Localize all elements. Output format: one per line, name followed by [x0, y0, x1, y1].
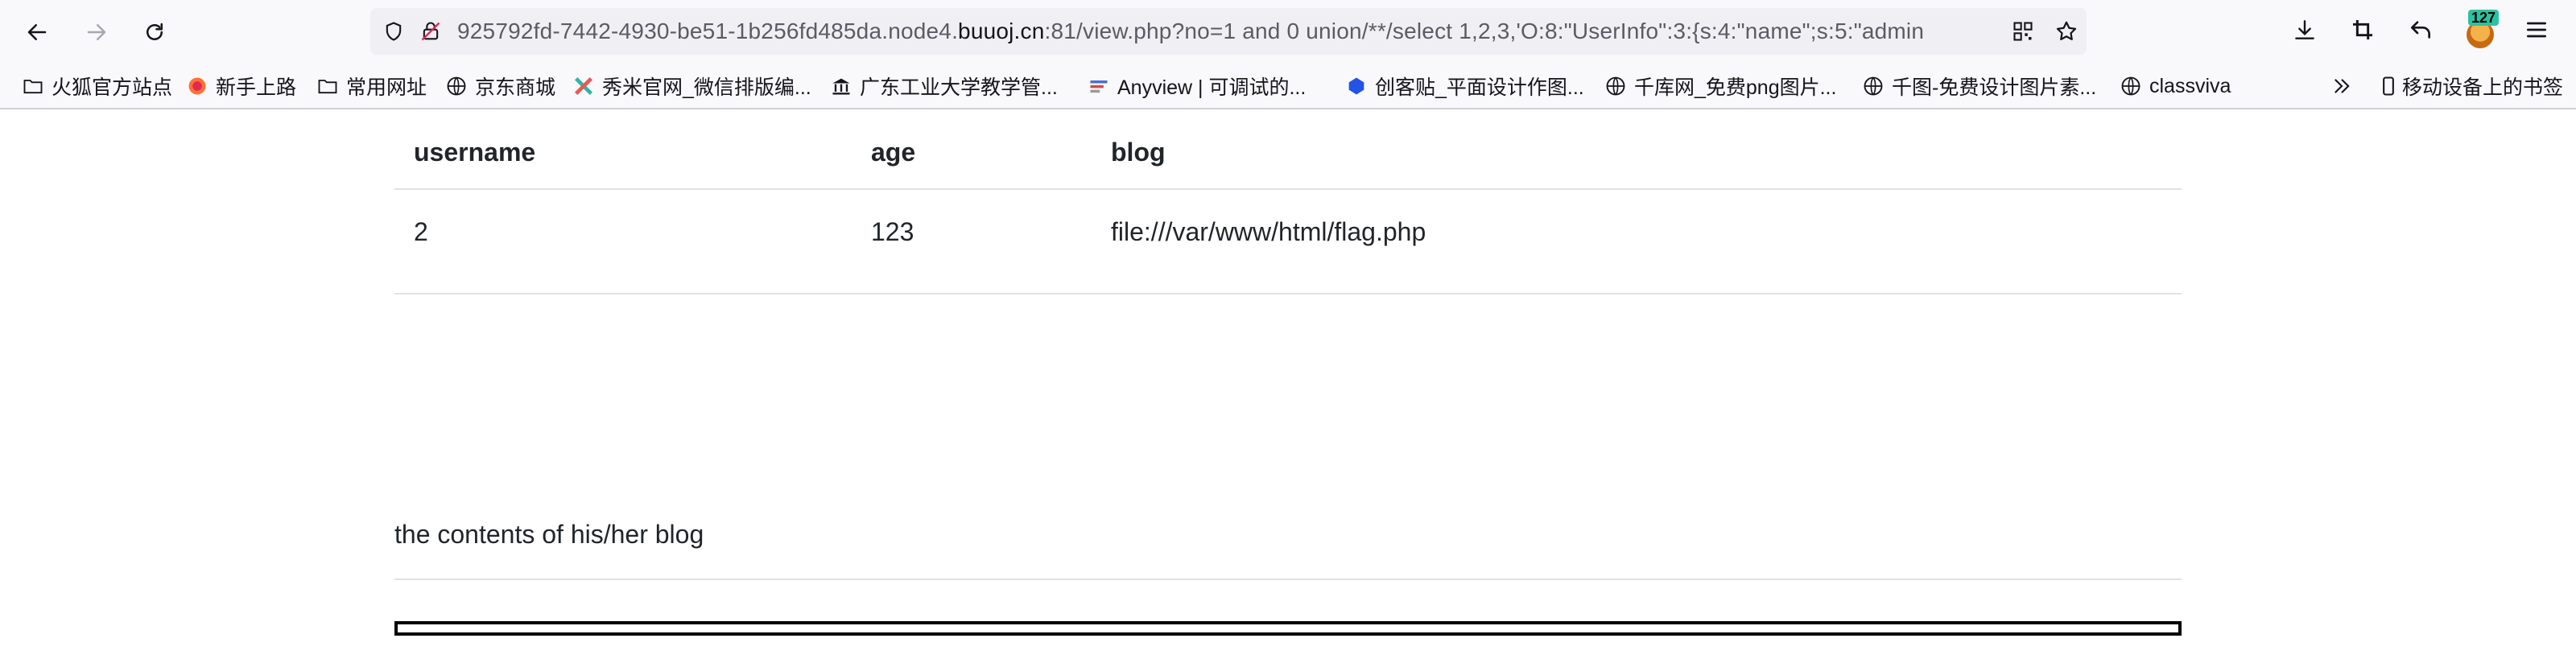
- reload-icon: [147, 23, 163, 40]
- arrow-left-icon: [27, 24, 47, 40]
- globe-icon: [2119, 74, 2143, 98]
- back-button[interactable]: [18, 13, 56, 51]
- anyview-icon: [1087, 74, 1111, 98]
- url-prefix: 925792fd-7442-4930-be51-1b256fd485da.nod…: [457, 19, 959, 43]
- header-age: age: [871, 138, 916, 167]
- blog-contents-iframe[interactable]: [394, 621, 2182, 636]
- url-suffix: :81/view.php?no=1 and 0 union/**/select …: [1044, 19, 1925, 43]
- bookmark-label: 千库网_免费png图片...: [1634, 76, 1837, 99]
- folder-icon: [316, 74, 340, 98]
- browser-toolbar: 925792fd-7442-4930-be51-1b256fd485da.nod…: [0, 0, 2576, 63]
- bookmark-label: Anyview | 可调试的...: [1117, 76, 1307, 99]
- bookmark-item[interactable]: 创客贴_平面设计作图...: [1344, 71, 1584, 101]
- mobile-bookmarks[interactable]: 移动设备上的书签: [2376, 71, 2563, 101]
- bookmark-item[interactable]: 千库网_免费png图片...: [1604, 71, 1836, 101]
- bookmark-label: 常用网址: [346, 76, 427, 99]
- extension-badge: 127: [2468, 10, 2500, 26]
- header-username: username: [414, 138, 536, 167]
- folder-icon: [21, 74, 45, 98]
- bookmark-label: 京东商城: [475, 76, 556, 99]
- url-host: buuoj.cn: [958, 19, 1045, 43]
- bookmark-item[interactable]: 新手上路: [185, 71, 296, 101]
- firefox-icon: [185, 74, 209, 98]
- bookmark-item[interactable]: 秀米官网_微信排版编...: [572, 71, 811, 101]
- chuangkit-icon: [1344, 74, 1368, 98]
- bookmark-item[interactable]: classviva: [2119, 71, 2231, 101]
- shield-icon[interactable]: [382, 19, 406, 43]
- undo-icon[interactable]: [2407, 16, 2434, 43]
- bookmark-item[interactable]: 千图-免费设计图片素...: [1861, 71, 2096, 101]
- chevrons-right-icon: [2330, 74, 2354, 98]
- bookmark-label: 创客贴_平面设计作图...: [1375, 76, 1584, 99]
- url-bar[interactable]: 925792fd-7442-4930-be51-1b256fd485da.nod…: [370, 8, 2087, 55]
- cell-username: 2: [414, 217, 428, 246]
- page-content: username age blog 2 123 file:///var/www/…: [0, 109, 2576, 663]
- reload-button[interactable]: [135, 13, 174, 51]
- divider: [394, 579, 2182, 580]
- table-row: 2 123 file:///var/www/html/flag.php: [394, 190, 2182, 294]
- forward-button[interactable]: [77, 13, 116, 51]
- bookmark-item[interactable]: 京东商城: [444, 71, 555, 101]
- mobile-bookmarks-label: 移动设备上的书签: [2402, 76, 2564, 99]
- arrow-right-icon: [87, 24, 106, 40]
- star-icon[interactable]: [2054, 19, 2079, 43]
- cell-blog: file:///var/www/html/flag.php: [1111, 217, 1426, 246]
- bookmark-label: 广东工业大学教学管...: [860, 76, 1058, 99]
- bookmark-item[interactable]: 常用网址: [316, 71, 427, 101]
- header-blog: blog: [1111, 138, 1166, 167]
- globe-icon: [1861, 74, 1885, 98]
- user-table: username age blog 2 123 file:///var/www/…: [394, 109, 2182, 294]
- bookmark-item[interactable]: Anyview | 可调试的...: [1087, 71, 1306, 101]
- qr-code-icon[interactable]: [2011, 19, 2035, 43]
- globe-icon: [1604, 74, 1628, 98]
- mobile-device-icon: [2376, 74, 2401, 98]
- hamburger-menu-icon[interactable]: [2523, 16, 2550, 43]
- bookmarks-overflow-button[interactable]: [2330, 71, 2360, 101]
- bookmark-label: 火狐官方站点: [52, 76, 173, 99]
- bookmark-label: classviva: [2149, 74, 2231, 97]
- university-icon: [829, 74, 853, 98]
- bookmark-label: 千图-免费设计图片素...: [1892, 76, 2097, 99]
- cell-age: 123: [871, 217, 914, 246]
- bookmarks-bar: 火狐官方站点 新手上路 常用网址 京东商城 秀米官网_微信排版编... 广东工业…: [0, 63, 2576, 109]
- table-header-row: username age blog: [394, 109, 2182, 190]
- bookmark-item[interactable]: 火狐官方站点: [21, 71, 172, 101]
- url-text[interactable]: 925792fd-7442-4930-be51-1b256fd485da.nod…: [457, 19, 1971, 44]
- globe-icon: [444, 74, 469, 98]
- bookmark-label: 秀米官网_微信排版编...: [602, 76, 811, 99]
- screenshot-crop-icon[interactable]: [2349, 16, 2376, 43]
- xiumi-icon: [572, 74, 596, 98]
- bookmark-item[interactable]: 广东工业大学教学管...: [829, 71, 1058, 101]
- bookmark-label: 新手上路: [216, 76, 297, 99]
- insecure-lock-icon[interactable]: [419, 19, 443, 43]
- download-icon[interactable]: [2291, 16, 2318, 43]
- blog-contents-heading: the contents of his/her blog: [394, 520, 704, 549]
